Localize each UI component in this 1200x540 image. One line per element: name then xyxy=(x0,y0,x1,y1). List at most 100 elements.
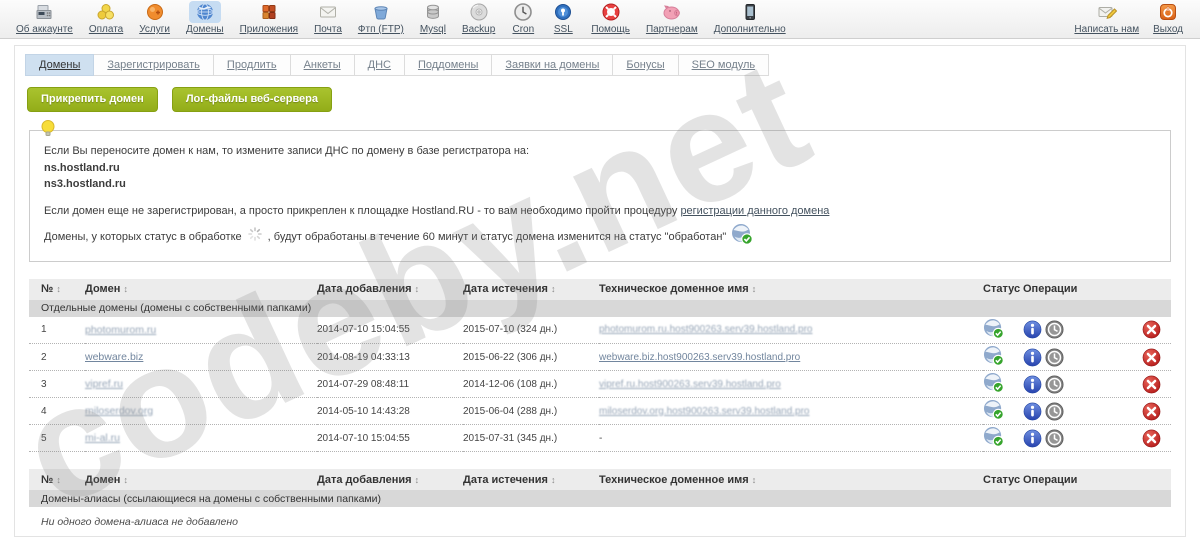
domain-link[interactable]: mi-al.ru xyxy=(85,432,120,444)
col-num-label: № xyxy=(41,283,53,295)
delete-icon[interactable] xyxy=(1142,348,1161,367)
delete-icon[interactable] xyxy=(1142,320,1161,339)
sort-arrow-icon[interactable]: ↕ xyxy=(124,475,129,485)
history-icon[interactable] xyxy=(1045,348,1064,367)
info-icon[interactable] xyxy=(1023,402,1042,421)
sort-arrow-icon[interactable]: ↕ xyxy=(56,475,61,485)
toolbar-item-backup[interactable]: Backup xyxy=(454,1,503,35)
toolbar-item-apps[interactable]: Приложения xyxy=(232,1,307,35)
date-expires: 2015-06-04 (288 дн.) xyxy=(463,398,599,425)
nameserver-1: ns.hostland.ru xyxy=(44,160,1156,177)
tab-label: Продлить xyxy=(227,59,277,71)
sort-header-num[interactable]: № ↕ xyxy=(29,469,85,490)
history-icon[interactable] xyxy=(1045,402,1064,421)
tab-profiles[interactable]: Анкеты xyxy=(291,54,355,76)
delete-icon[interactable] xyxy=(1142,429,1161,448)
tech-domain-link[interactable]: vipref.ru.host900263.serv39.hostland.pro xyxy=(599,379,781,390)
sort-header-date-added[interactable]: Дата добавления ↕ xyxy=(317,279,463,300)
col-operations-label: Операции xyxy=(1023,283,1077,295)
header-status: Статус xyxy=(983,469,1023,490)
info-icon[interactable] xyxy=(1023,375,1042,394)
toolbar-item-services[interactable]: Услуги xyxy=(131,1,178,35)
sort-header-num[interactable]: № ↕ xyxy=(29,279,85,300)
sort-arrow-icon[interactable]: ↕ xyxy=(415,475,420,485)
col-domain-label: Домен xyxy=(85,283,120,295)
toolbar-item-ftp[interactable]: Фтп (FTP) xyxy=(350,1,412,35)
sort-arrow-icon[interactable]: ↕ xyxy=(752,475,757,485)
sort-header-date-added[interactable]: Дата добавления ↕ xyxy=(317,469,463,490)
col-date-added-label: Дата добавления xyxy=(317,474,412,486)
col-operations-label: Операции xyxy=(1023,474,1077,486)
toolbar-item-logout[interactable]: Выход xyxy=(1146,1,1190,35)
sort-arrow-icon[interactable]: ↕ xyxy=(415,284,420,294)
toolbar-item-payment[interactable]: Оплата xyxy=(81,1,131,35)
sort-header-domain[interactable]: Домен ↕ xyxy=(85,469,317,490)
section-title: Отдельные домены (домены с собственными … xyxy=(29,300,1171,317)
date-added: 2014-05-10 14:43:28 xyxy=(317,398,463,425)
col-num-label: № xyxy=(41,474,53,486)
apps-boxes-icon xyxy=(257,1,281,23)
toolbar-item-contact-us[interactable]: Написать нам xyxy=(1067,1,1146,35)
date-added: 2014-07-10 15:04:55 xyxy=(317,425,463,452)
table-row: 3 vipref.ru 2014-07-29 08:48:11 2014-12-… xyxy=(29,371,1171,398)
tab-label: Зарегистрировать xyxy=(107,59,200,71)
toolbar-label: Написать нам xyxy=(1074,24,1139,35)
tech-domain-link[interactable]: webware.biz.host900263.serv39.hostland.p… xyxy=(599,352,800,363)
tab-bonuses[interactable]: Бонусы xyxy=(613,54,678,76)
sort-header-date-expires[interactable]: Дата истечения ↕ xyxy=(463,469,599,490)
globe-icon xyxy=(189,1,221,23)
log-files-button[interactable]: Лог-файлы веб-сервера xyxy=(172,87,332,112)
toolbar-item-domains[interactable]: Домены xyxy=(178,1,232,35)
toolbar-item-ssl[interactable]: SSL xyxy=(543,1,583,35)
sort-header-date-expires[interactable]: Дата истечения ↕ xyxy=(463,279,599,300)
toolbar-item-mysql[interactable]: Mysql xyxy=(412,1,454,35)
domain-link[interactable]: vipref.ru xyxy=(85,378,123,390)
tab-renew[interactable]: Продлить xyxy=(214,54,291,76)
tab-domain-requests[interactable]: Заявки на домены xyxy=(492,54,613,76)
tab-dns[interactable]: ДНС xyxy=(355,54,405,76)
delete-icon[interactable] xyxy=(1142,402,1161,421)
info-icon[interactable] xyxy=(1023,429,1042,448)
piggy-bank-icon xyxy=(660,1,684,23)
empty-message: Ни одного домена-алиаса не добавлено xyxy=(29,507,1171,540)
history-icon[interactable] xyxy=(1045,320,1064,339)
history-icon[interactable] xyxy=(1045,429,1064,448)
globe-check-icon xyxy=(731,223,753,251)
attach-domain-button[interactable]: Прикрепить домен xyxy=(27,87,158,112)
lifebuoy-icon xyxy=(599,1,623,23)
sort-arrow-icon[interactable]: ↕ xyxy=(551,475,556,485)
info-icon[interactable] xyxy=(1023,348,1042,367)
delete-icon[interactable] xyxy=(1142,375,1161,394)
domain-aliases-table: № ↕ Домен ↕ Дата добавления ↕ Дата истеч… xyxy=(29,469,1171,540)
lightbulb-icon xyxy=(40,119,56,147)
toolbar-item-mail[interactable]: Почта xyxy=(306,1,350,35)
register-domain-link[interactable]: регистрации данного домена xyxy=(680,205,829,217)
sort-arrow-icon[interactable]: ↕ xyxy=(124,284,129,294)
status-processed-icon xyxy=(983,412,1004,423)
toolbar-item-account[interactable]: Об аккаунте xyxy=(8,1,81,35)
sort-header-domain[interactable]: Домен ↕ xyxy=(85,279,317,300)
sort-header-tech-name[interactable]: Техническое доменное имя ↕ xyxy=(599,279,983,300)
tab-register[interactable]: Зарегистрировать xyxy=(94,54,214,76)
tech-domain-link[interactable]: photomurom.ru.host900263.serv39.hostland… xyxy=(599,324,812,335)
sort-arrow-icon[interactable]: ↕ xyxy=(56,284,61,294)
domain-link[interactable]: webware.biz xyxy=(85,351,143,363)
toolbar-item-partners[interactable]: Партнерам xyxy=(638,1,706,35)
history-icon[interactable] xyxy=(1045,375,1064,394)
domain-link[interactable]: photomurom.ru xyxy=(85,324,156,336)
col-date-expires-label: Дата истечения xyxy=(463,283,548,295)
domain-link[interactable]: miloserdov.org xyxy=(85,405,153,417)
toolbar-item-help[interactable]: Помощь xyxy=(583,1,638,35)
tab-subdomains[interactable]: Поддомены xyxy=(405,54,492,76)
tab-seo-module[interactable]: SEO модуль xyxy=(679,54,770,76)
toolbar-item-cron[interactable]: Cron xyxy=(503,1,543,35)
toolbar-item-extra[interactable]: Дополнительно xyxy=(706,1,794,35)
tab-domains[interactable]: Домены xyxy=(25,54,94,76)
date-added: 2014-07-29 08:48:11 xyxy=(317,371,463,398)
phone-icon xyxy=(738,1,762,23)
tech-domain-link[interactable]: miloserdov.org.host900263.serv39.hostlan… xyxy=(599,406,810,417)
sort-header-tech-name[interactable]: Техническое доменное имя ↕ xyxy=(599,469,983,490)
sort-arrow-icon[interactable]: ↕ xyxy=(551,284,556,294)
info-icon[interactable] xyxy=(1023,320,1042,339)
sort-arrow-icon[interactable]: ↕ xyxy=(752,284,757,294)
